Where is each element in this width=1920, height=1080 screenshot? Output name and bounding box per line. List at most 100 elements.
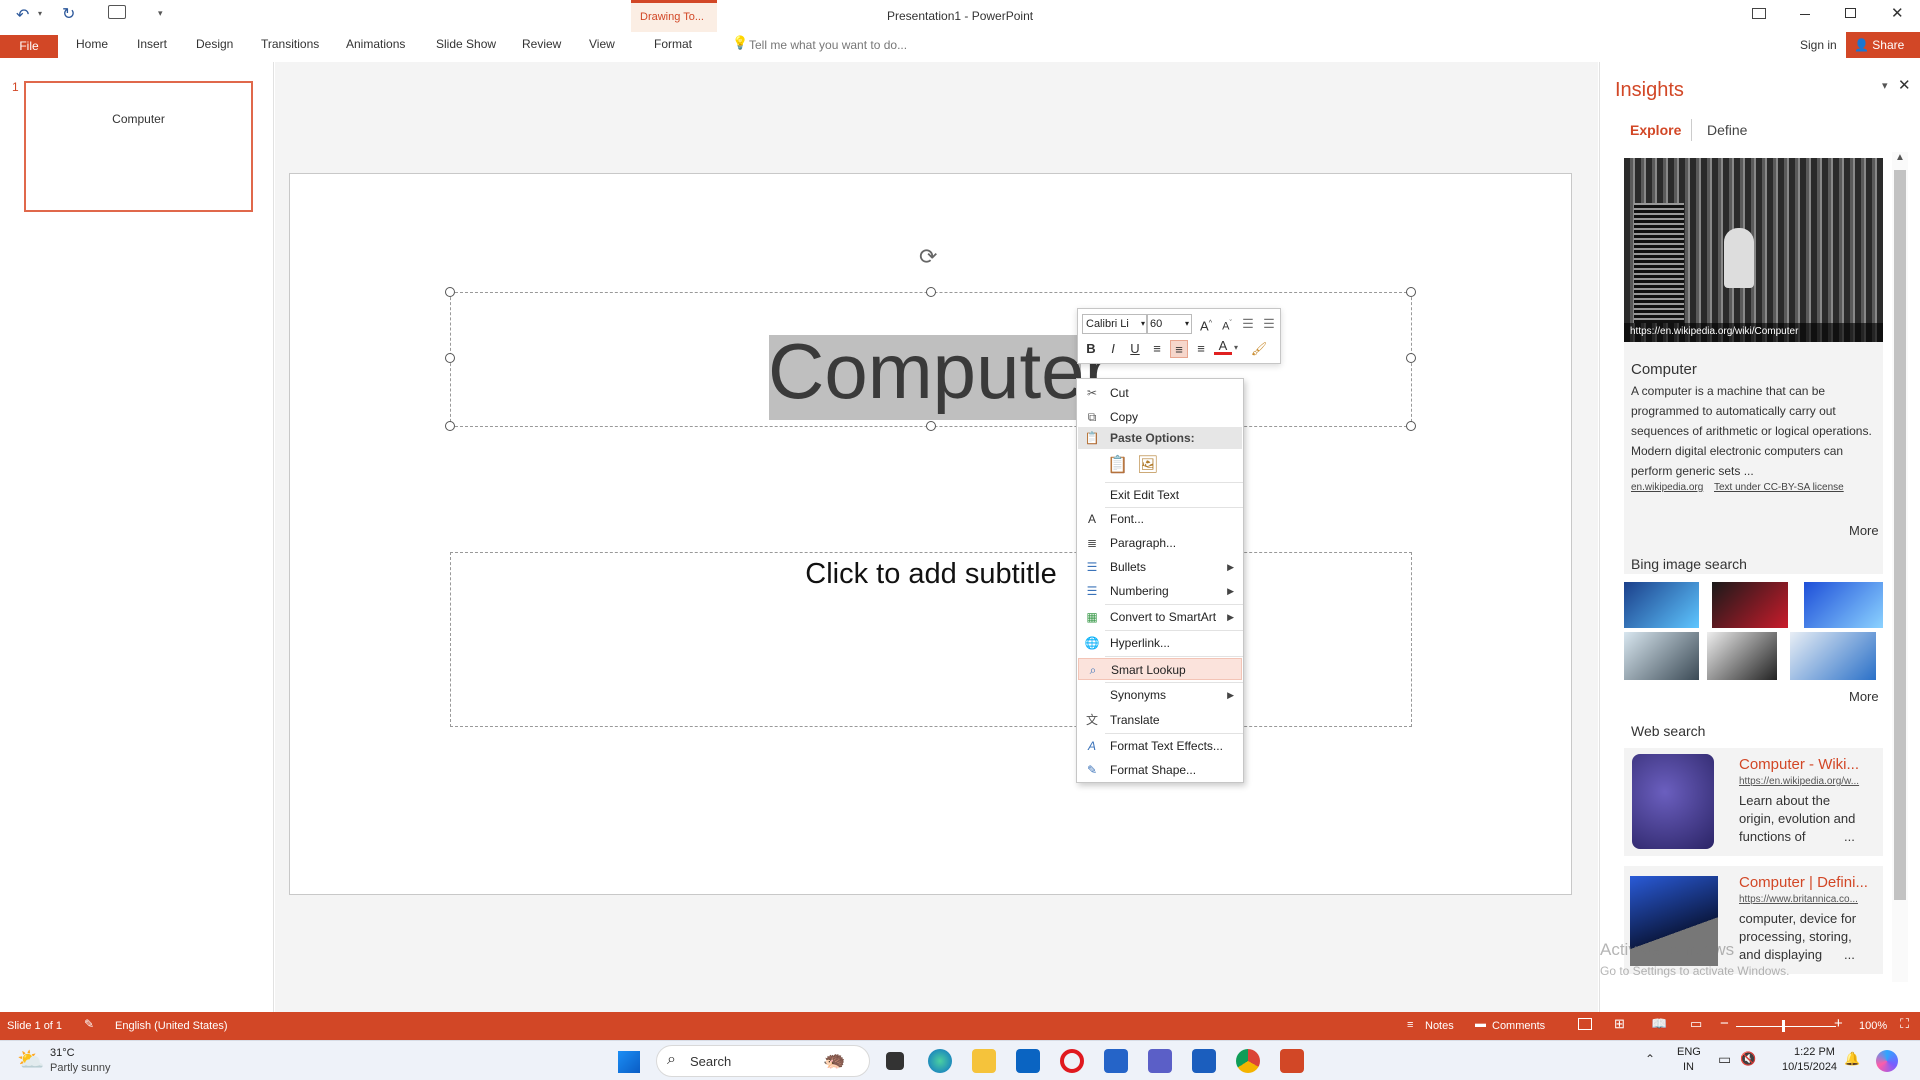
weather-desc[interactable]: Partly sunny [50, 1062, 111, 1074]
increase-indent-icon[interactable]: ☰ [1260, 315, 1278, 333]
opera-icon[interactable] [1060, 1049, 1084, 1073]
slide-sorter-icon[interactable]: ⊞ [1614, 1016, 1625, 1032]
copilot-icon[interactable] [1876, 1050, 1898, 1072]
share-button[interactable]: 👤 Share [1846, 32, 1920, 58]
tab-explore[interactable]: Explore [1630, 122, 1681, 138]
notification-bell-icon[interactable]: 🔔 [1844, 1051, 1860, 1067]
teams-icon[interactable] [1148, 1049, 1172, 1073]
tab-transitions[interactable]: Transitions [261, 37, 319, 51]
volume-muted-icon[interactable]: 🔇 [1740, 1051, 1756, 1067]
web-result-url[interactable]: https://www.britannica.co... [1739, 894, 1858, 905]
tell-me-input[interactable]: Tell me what you want to do... [749, 38, 907, 52]
undo-dropdown-icon[interactable]: ▾ [38, 9, 42, 18]
weather-temp[interactable]: 31°C [50, 1047, 75, 1059]
chevron-down-icon[interactable]: ▾ [1234, 343, 1238, 352]
scrollbar[interactable]: ▲ ▼ [1892, 152, 1908, 1024]
tab-define[interactable]: Define [1707, 122, 1747, 138]
menu-item-bullets[interactable]: ☰ Bullets ▶ [1078, 556, 1242, 578]
outlook-icon[interactable] [1016, 1049, 1040, 1073]
align-center-icon[interactable]: ≡ [1170, 340, 1188, 358]
network-icon[interactable]: ▭ [1718, 1051, 1731, 1068]
source-link[interactable]: en.wikipedia.org [1631, 482, 1703, 493]
menu-item-smart-lookup[interactable]: ⌕ Smart Lookup [1078, 658, 1242, 680]
tab-slide-show[interactable]: Slide Show [436, 37, 496, 51]
normal-view-icon[interactable] [1578, 1018, 1592, 1030]
image-result[interactable] [1804, 582, 1883, 628]
resize-handle[interactable] [445, 353, 455, 363]
underline-button[interactable]: U [1126, 340, 1144, 358]
zoom-level[interactable]: 100% [1859, 1020, 1887, 1032]
scroll-up-icon[interactable]: ▲ [1895, 152, 1905, 163]
paste-picture-icon[interactable]: 🖼 [1137, 455, 1159, 477]
menu-item-copy[interactable]: ⧉ Copy [1078, 406, 1242, 428]
restore-icon[interactable] [1845, 8, 1856, 18]
tab-home[interactable]: Home [76, 37, 108, 51]
image-result[interactable] [1624, 582, 1699, 628]
start-icon[interactable] [618, 1051, 640, 1073]
menu-item-text-effects[interactable]: A Format Text Effects... [1078, 735, 1242, 757]
powerpoint-icon[interactable] [1280, 1049, 1304, 1073]
chrome-icon[interactable] [1236, 1049, 1260, 1073]
file-explorer-icon[interactable] [972, 1049, 996, 1073]
menu-item-cut[interactable]: ✂ Cut [1078, 382, 1242, 404]
minimize-icon[interactable] [1800, 14, 1810, 15]
image-result[interactable] [1790, 632, 1876, 680]
ribbon-display-icon[interactable] [1752, 8, 1766, 19]
subtitle-placeholder[interactable]: Click to add subtitle [450, 552, 1412, 727]
tab-view[interactable]: View [589, 37, 615, 51]
comments-button[interactable]: Comments [1492, 1020, 1545, 1032]
align-right-icon[interactable]: ≡ [1192, 340, 1210, 358]
menu-item-paragraph[interactable]: ≣ Paragraph... [1078, 532, 1242, 554]
italic-button[interactable]: I [1104, 340, 1122, 358]
image-result[interactable] [1712, 582, 1788, 628]
font-color-button[interactable]: A [1214, 338, 1232, 355]
task-view-icon[interactable] [886, 1052, 904, 1070]
fit-slide-icon[interactable]: ⛶ [1900, 1016, 1909, 1032]
tab-insert[interactable]: Insert [137, 37, 167, 51]
web-result-title[interactable]: Computer - Wiki... [1739, 756, 1859, 773]
store-icon[interactable] [1104, 1049, 1128, 1073]
align-left-icon[interactable]: ≡ [1148, 340, 1166, 358]
reading-view-icon[interactable]: 📖 [1651, 1016, 1667, 1032]
rotate-handle-icon[interactable]: ⟳ [919, 244, 937, 270]
search-box[interactable]: ⌕ Search 🦔 [656, 1045, 870, 1077]
pane-options-icon[interactable]: ▾ [1882, 79, 1888, 92]
redo-icon[interactable]: ↻ [62, 4, 75, 24]
slide-title[interactable]: Computer [768, 326, 1110, 417]
customize-qat-icon[interactable]: ▾ [158, 8, 163, 19]
slide[interactable] [289, 173, 1572, 895]
resize-handle[interactable] [1406, 421, 1416, 431]
close-icon[interactable]: ✕ [1898, 76, 1911, 94]
bold-button[interactable]: B [1082, 340, 1100, 358]
spellcheck-icon[interactable]: ✎ [84, 1017, 94, 1031]
language-status[interactable]: English (United States) [115, 1020, 228, 1032]
more-link[interactable]: More [1849, 689, 1879, 704]
resize-handle[interactable] [445, 421, 455, 431]
word-icon[interactable] [1192, 1049, 1216, 1073]
resize-handle[interactable] [1406, 353, 1416, 363]
language-secondary[interactable]: IN [1683, 1061, 1694, 1073]
zoom-in-icon[interactable]: + [1834, 1015, 1843, 1032]
edge-icon[interactable] [928, 1049, 952, 1073]
wikipedia-card[interactable]: https://en.wikipedia.org/wiki/Computer C… [1624, 158, 1883, 574]
undo-icon[interactable]: ↶ [16, 5, 29, 25]
present-icon[interactable] [108, 5, 126, 19]
menu-item-font[interactable]: A Font... [1078, 508, 1242, 530]
tab-file[interactable]: File [0, 35, 58, 58]
scroll-thumb[interactable] [1894, 170, 1906, 900]
show-hidden-icons[interactable]: ⌃ [1645, 1052, 1655, 1066]
zoom-slider[interactable] [1736, 1020, 1836, 1032]
format-painter-icon[interactable]: 🖌 [1250, 340, 1268, 358]
clock-date[interactable]: 10/15/2024 [1782, 1061, 1837, 1073]
resize-handle[interactable] [1406, 287, 1416, 297]
resize-handle[interactable] [926, 421, 936, 431]
web-result[interactable]: Computer - Wiki... https://en.wikipedia.… [1624, 748, 1883, 856]
image-result[interactable] [1624, 632, 1699, 680]
more-link[interactable]: More [1849, 523, 1879, 538]
font-size-box[interactable]: 60 ▾ [1146, 314, 1192, 334]
sign-in-link[interactable]: Sign in [1800, 38, 1837, 52]
menu-item-numbering[interactable]: ☰ Numbering ▶ [1078, 580, 1242, 602]
menu-item-translate[interactable]: 文 Translate [1078, 709, 1242, 731]
eniac-photo[interactable]: https://en.wikipedia.org/wiki/Computer [1624, 158, 1883, 342]
menu-item-exit-edit[interactable]: Exit Edit Text [1078, 484, 1242, 506]
